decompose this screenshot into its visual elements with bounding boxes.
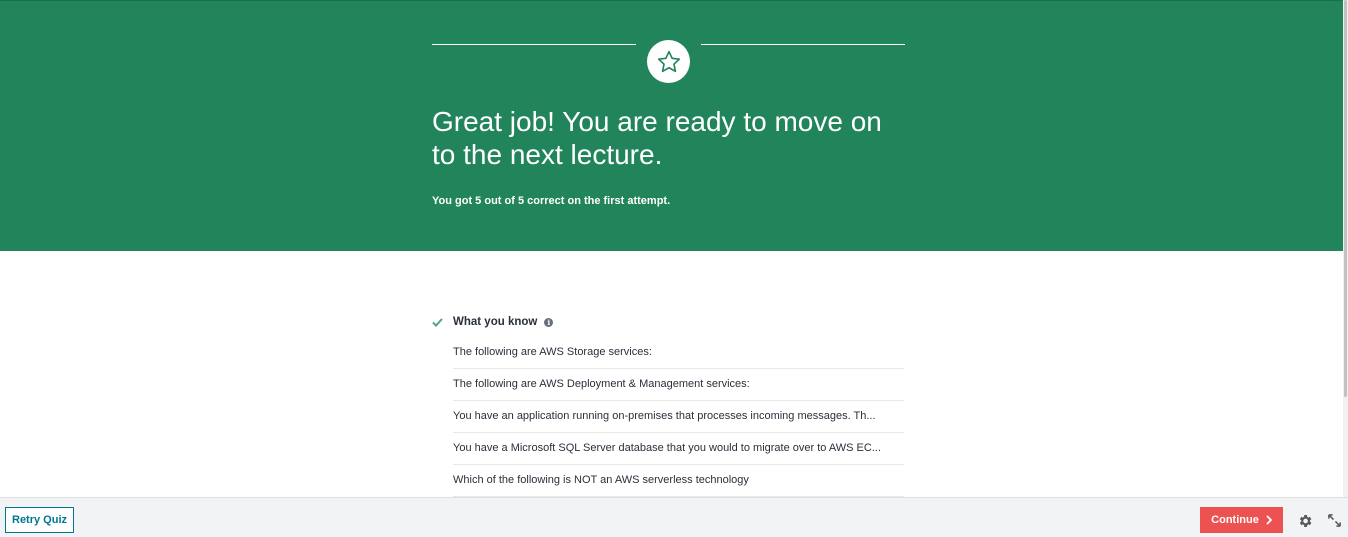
quiz-results-pane: Great job! You are ready to move on to t…: [0, 0, 1343, 497]
question-item[interactable]: The following are AWS Deployment & Manag…: [453, 369, 904, 401]
quiz-footer: Retry Quiz Continue: [0, 497, 1348, 537]
results-title: Great job! You are ready to move on to t…: [432, 106, 882, 170]
question-list: The following are AWS Storage services: …: [453, 337, 904, 497]
continue-label: Continue: [1211, 514, 1259, 526]
question-item[interactable]: The following are AWS Storage services:: [453, 337, 904, 369]
question-item[interactable]: Which of the following is NOT an AWS ser…: [453, 465, 904, 497]
star-icon: [657, 50, 680, 72]
star-badge: [647, 40, 690, 83]
section-title: What you know: [453, 316, 538, 328]
divider-left: [432, 44, 636, 45]
question-item[interactable]: You have an application running on-premi…: [453, 401, 904, 433]
chevron-right-icon: [1266, 515, 1272, 525]
vertical-scrollbar[interactable]: [1343, 0, 1348, 497]
scrollbar-thumb[interactable]: [1344, 0, 1347, 397]
results-banner: Great job! You are ready to move on to t…: [0, 0, 1343, 251]
info-icon[interactable]: i: [544, 317, 554, 327]
expand-icon[interactable]: [1327, 513, 1342, 528]
question-item[interactable]: You have a Microsoft SQL Server database…: [453, 433, 904, 465]
gear-icon[interactable]: [1297, 513, 1313, 529]
divider-right: [701, 44, 905, 45]
what-you-know-section: What you know i The following are AWS St…: [432, 312, 904, 497]
what-you-know-header: What you know i: [432, 312, 904, 332]
retry-quiz-button[interactable]: Retry Quiz: [5, 507, 75, 533]
continue-button[interactable]: Continue: [1200, 507, 1283, 533]
results-score: You got 5 out of 5 correct on the first …: [432, 195, 671, 207]
check-icon: [432, 316, 445, 328]
